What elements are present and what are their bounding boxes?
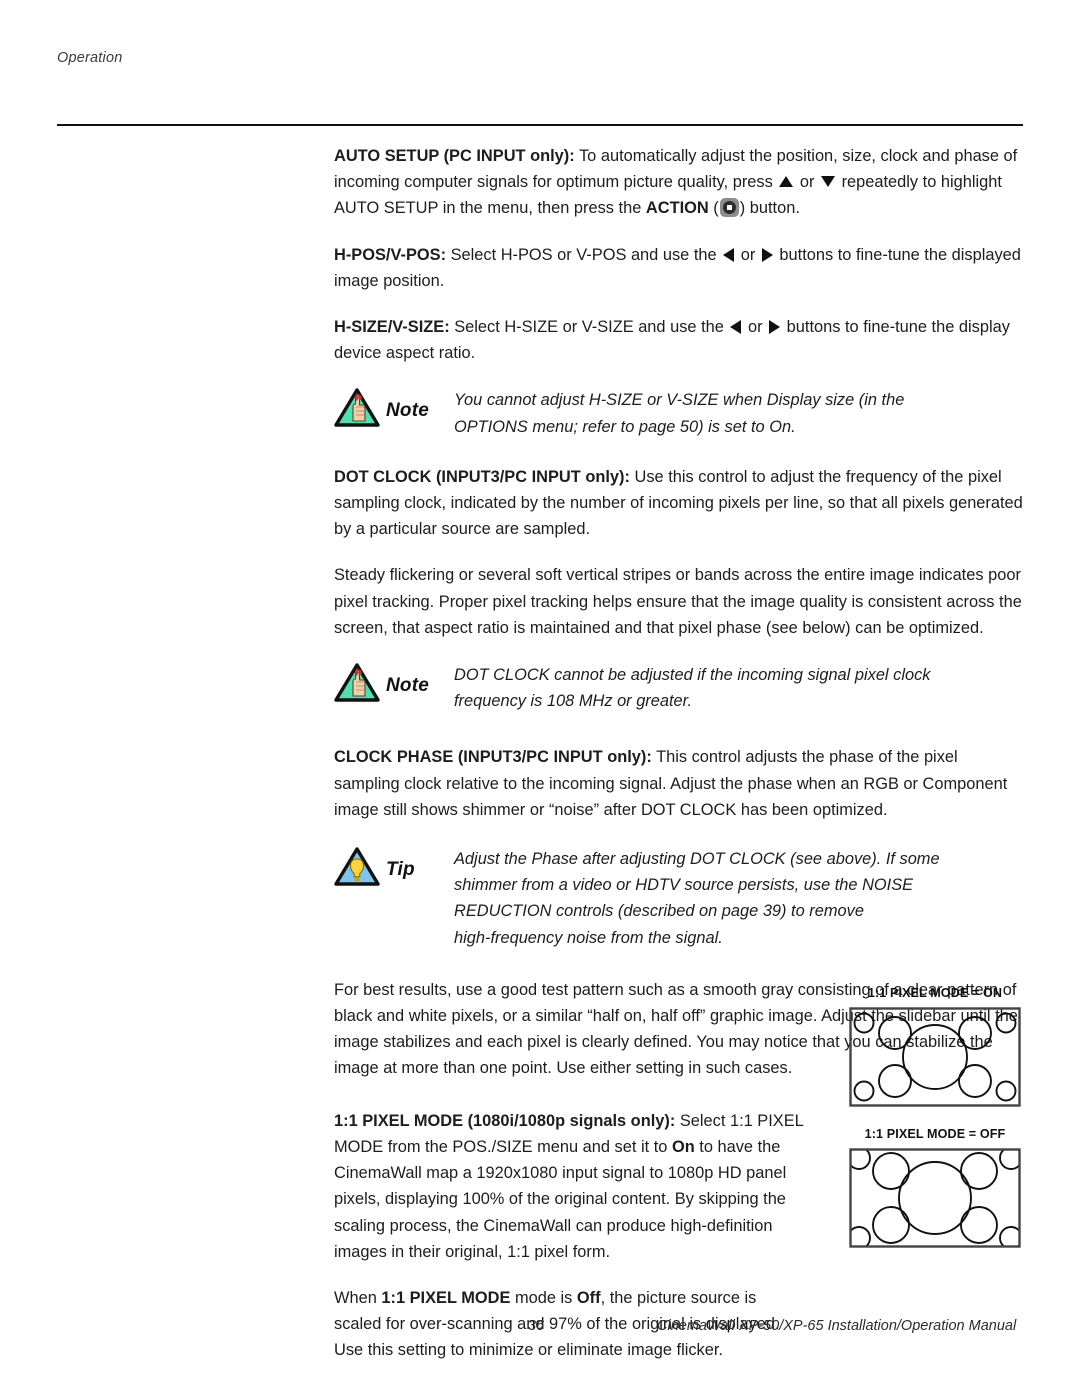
tip-text: Adjust the Phase after adjusting DOT CLO… bbox=[454, 845, 1024, 951]
note-label: Note bbox=[386, 399, 430, 421]
auto-setup-text-4: ( bbox=[708, 199, 719, 218]
tip-line-1: Adjust the Phase after adjusting DOT CLO… bbox=[454, 850, 940, 869]
callout-tip: Tip Adjust the Phase after adjusting DOT… bbox=[334, 845, 1024, 951]
dot-clock-lead: DOT CLOCK (INPUT3/PC INPUT only): bbox=[334, 467, 630, 486]
note-icon bbox=[334, 663, 380, 708]
arrow-up-icon bbox=[779, 176, 794, 188]
note-badge: Note bbox=[334, 386, 454, 433]
pixel-mode-on-bold: On bbox=[671, 1137, 695, 1156]
note-1-line-1: You cannot adjust H-SIZE or V-SIZE when … bbox=[454, 391, 905, 410]
arrow-left-icon bbox=[730, 320, 742, 335]
action-bold-label: ACTION bbox=[645, 199, 709, 218]
note-1-line-2: OPTIONS menu; refer to page 50) is set t… bbox=[454, 417, 796, 436]
pixel-mode-figures: 1:1 PIXEL MODE = ON 1:1 PIXEL MODE = OFF bbox=[846, 986, 1024, 1262]
paragraph-steady-flickering: Steady flickering or several soft vertic… bbox=[334, 562, 1024, 641]
page-number: 36 bbox=[528, 1318, 545, 1334]
tip-line-2: shimmer from a video or HDTV source pers… bbox=[454, 876, 914, 895]
h-size-v-size-text-1: Select H-SIZE or V-SIZE and use the bbox=[449, 318, 729, 337]
tip-line-3: REDUCTION controls (described on page 39… bbox=[454, 902, 864, 921]
auto-setup-text-2: or bbox=[795, 173, 820, 192]
note-label: Note bbox=[386, 674, 430, 696]
paragraph-dot-clock: DOT CLOCK (INPUT3/PC INPUT only): Use th… bbox=[334, 464, 1024, 543]
manual-title: CinemaWall XP-50/XP-65 Installation/Oper… bbox=[657, 1318, 1017, 1334]
paragraph-auto-setup: AUTO SETUP (PC INPUT only): To automatic… bbox=[334, 143, 1024, 222]
note-2-text: DOT CLOCK cannot be adjusted if the inco… bbox=[454, 661, 1024, 714]
pixel-mode-off-bold: Off bbox=[576, 1288, 601, 1307]
clock-phase-lead: CLOCK PHASE (INPUT3/PC INPUT only): bbox=[334, 748, 652, 767]
pixel-mode-text-2: to have the CinemaWall map a 1920x1080 i… bbox=[334, 1137, 787, 1261]
figure-off-diagram bbox=[849, 1148, 1021, 1248]
arrow-right-icon bbox=[769, 320, 781, 335]
figure-on-diagram bbox=[849, 1007, 1021, 1107]
h-size-v-size-lead: H-SIZE/V-SIZE: bbox=[334, 318, 450, 337]
pixel-mode-bold-label: 1:1 PIXEL MODE bbox=[381, 1288, 511, 1307]
arrow-down-icon bbox=[821, 176, 836, 188]
action-button-icon bbox=[719, 198, 739, 218]
pixel-mode-lead: 1:1 PIXEL MODE (1080i/1080p signals only… bbox=[334, 1111, 676, 1130]
h-pos-v-pos-lead: H-POS/V-POS: bbox=[334, 245, 447, 264]
callout-note-1: Note You cannot adjust H-SIZE or V-SIZE … bbox=[334, 386, 1024, 439]
header-rule bbox=[57, 124, 1023, 126]
tip-label: Tip bbox=[386, 858, 415, 880]
paragraph-pixel-mode: 1:1 PIXEL MODE (1080i/1080p signals only… bbox=[334, 1108, 804, 1265]
auto-setup-text-5: ) button. bbox=[739, 199, 800, 218]
figure-on-label: 1:1 PIXEL MODE = ON bbox=[867, 986, 1003, 1000]
arrow-right-icon bbox=[761, 247, 773, 262]
h-size-v-size-text-2: or bbox=[743, 318, 768, 337]
paragraph-h-pos-v-pos: H-POS/V-POS: Select H-POS or V-POS and u… bbox=[334, 242, 1024, 294]
pixel-mode-off-text-2: mode is bbox=[510, 1288, 577, 1307]
running-header: Operation bbox=[57, 50, 123, 66]
paragraph-clock-phase: CLOCK PHASE (INPUT3/PC INPUT only): This… bbox=[334, 744, 1024, 823]
figure-off-label: 1:1 PIXEL MODE = OFF bbox=[864, 1127, 1006, 1141]
callout-note-2: Note DOT CLOCK cannot be adjusted if the… bbox=[334, 661, 1024, 714]
h-pos-v-pos-text-1: Select H-POS or V-POS and use the bbox=[446, 245, 722, 264]
note-badge: Note bbox=[334, 661, 454, 708]
figure-pixel-mode-on: 1:1 PIXEL MODE = ON bbox=[846, 986, 1024, 1107]
lightbulb-icon bbox=[334, 847, 380, 892]
note-2-line-2: frequency is 108 MHz or greater. bbox=[454, 692, 693, 711]
steady-flickering-text: Steady flickering or several soft vertic… bbox=[334, 566, 1022, 637]
figure-pixel-mode-off: 1:1 PIXEL MODE = OFF bbox=[846, 1127, 1024, 1248]
auto-setup-lead: AUTO SETUP (PC INPUT only): bbox=[334, 147, 575, 165]
note-2-line-1: DOT CLOCK cannot be adjusted if the inco… bbox=[454, 666, 931, 685]
note-icon bbox=[334, 388, 380, 433]
tip-line-4: high-frequency noise from the signal. bbox=[454, 928, 723, 947]
tip-badge: Tip bbox=[334, 845, 454, 892]
paragraph-h-size-v-size: H-SIZE/V-SIZE: Select H-SIZE or V-SIZE a… bbox=[334, 314, 1024, 366]
note-1-text: You cannot adjust H-SIZE or V-SIZE when … bbox=[454, 386, 1024, 439]
arrow-left-icon bbox=[723, 247, 735, 262]
pixel-mode-off-text-1: When bbox=[334, 1288, 382, 1307]
h-pos-v-pos-text-2: or bbox=[736, 245, 760, 264]
